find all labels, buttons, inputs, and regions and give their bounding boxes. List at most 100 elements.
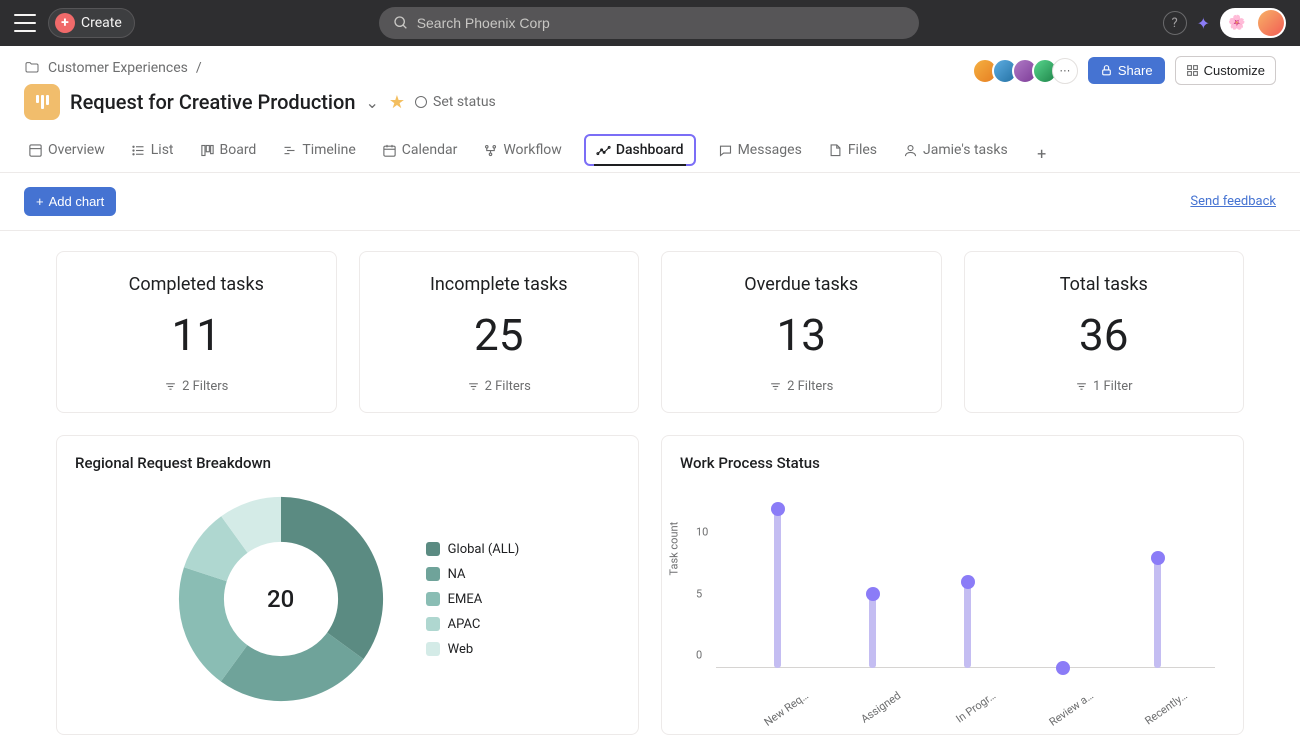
- filter-icon: [467, 380, 480, 393]
- y-tick: 10: [696, 525, 708, 538]
- legend-label: APAC: [448, 617, 481, 632]
- x-tick-label: Review a…: [1046, 689, 1095, 729]
- stat-filters[interactable]: 2 Filters: [73, 379, 320, 394]
- tab-label: Messages: [738, 142, 802, 158]
- legend-swatch: [426, 617, 440, 631]
- overview-icon: [28, 143, 43, 158]
- set-status-button[interactable]: Set status: [415, 94, 496, 110]
- tab-label: Dashboard: [616, 142, 684, 158]
- member-avatars[interactable]: ⋯: [972, 58, 1078, 84]
- breadcrumb-sep: /: [196, 60, 202, 76]
- folder-icon: [24, 60, 40, 76]
- filter-icon: [1075, 380, 1088, 393]
- x-tick-label: Assigned: [858, 689, 903, 726]
- send-feedback-link[interactable]: Send feedback: [1190, 194, 1276, 209]
- search-icon: [393, 15, 409, 31]
- customize-label: Customize: [1204, 63, 1265, 78]
- chart-work-process-status[interactable]: Work Process Status Task count 0510 New …: [661, 435, 1244, 735]
- y-tick: 0: [696, 649, 702, 662]
- tab-timeline[interactable]: Timeline: [278, 134, 359, 172]
- list-icon: [131, 143, 146, 158]
- add-chart-button[interactable]: + Add chart: [24, 187, 116, 216]
- donut-chart: 20: [176, 494, 386, 704]
- avatar-more[interactable]: ⋯: [1052, 58, 1078, 84]
- search-input-wrapper[interactable]: [379, 7, 919, 39]
- chart-regional-breakdown[interactable]: Regional Request Breakdown 20 Global (AL…: [56, 435, 639, 735]
- lock-icon: [1100, 64, 1113, 77]
- x-tick-label: Recently…: [1142, 689, 1189, 727]
- grid-icon: [1186, 64, 1199, 77]
- legend-item: EMEA: [426, 592, 520, 607]
- breadcrumb-parent[interactable]: Customer Experiences: [48, 60, 188, 76]
- lollipop-item: Recently…: [1152, 551, 1164, 668]
- tab-workflow[interactable]: Workflow: [479, 134, 566, 172]
- hamburger-icon[interactable]: [14, 14, 36, 32]
- status-circle-icon: [415, 96, 427, 108]
- dashboard-content: Completed tasks112 FiltersIncomplete tas…: [0, 231, 1300, 755]
- lollipop-stick: [1154, 558, 1161, 668]
- tab-list[interactable]: List: [127, 134, 178, 172]
- y-axis-label: Task count: [668, 522, 681, 576]
- lollipop-stick: [869, 594, 876, 668]
- help-icon[interactable]: ?: [1163, 11, 1187, 35]
- tab-label: List: [151, 142, 174, 158]
- stat-label: Total tasks: [981, 274, 1228, 295]
- tab-messages[interactable]: Messages: [714, 134, 806, 172]
- chevron-down-icon[interactable]: ⌄: [366, 93, 379, 112]
- stat-card[interactable]: Completed tasks112 Filters: [56, 251, 337, 413]
- stat-filters[interactable]: 2 Filters: [678, 379, 925, 394]
- lollipop-stick: [964, 582, 971, 668]
- add-tab-button[interactable]: +: [1030, 141, 1054, 165]
- tab-overview[interactable]: Overview: [24, 134, 109, 172]
- lollipop-item: Review a…: [1057, 661, 1069, 668]
- stat-card[interactable]: Overdue tasks132 Filters: [661, 251, 942, 413]
- tab-label: Jamie's tasks: [923, 142, 1008, 158]
- tab-calendar[interactable]: Calendar: [378, 134, 462, 172]
- stat-filters[interactable]: 1 Filter: [981, 379, 1228, 394]
- user-avatar[interactable]: 🌸: [1220, 8, 1286, 38]
- stat-value: 36: [981, 309, 1228, 361]
- legend-item: Global (ALL): [426, 542, 520, 557]
- legend-item: APAC: [426, 617, 520, 632]
- stat-value: 25: [376, 309, 623, 361]
- share-button[interactable]: Share: [1088, 57, 1165, 84]
- lollipop-dot: [1056, 661, 1070, 675]
- set-status-label: Set status: [433, 94, 496, 110]
- legend-label: Web: [448, 642, 474, 657]
- legend-swatch: [426, 642, 440, 656]
- share-label: Share: [1118, 63, 1153, 78]
- stat-label: Overdue tasks: [678, 274, 925, 295]
- chart-title: Regional Request Breakdown: [75, 454, 620, 472]
- tab-label: Workflow: [503, 142, 562, 158]
- person-icon: [903, 143, 918, 158]
- star-icon[interactable]: ★: [389, 92, 405, 113]
- dashboard-icon: [596, 143, 611, 158]
- tab-dashboard[interactable]: Dashboard: [584, 134, 696, 166]
- sparkle-icon[interactable]: ✦: [1197, 14, 1210, 33]
- calendar-icon: [382, 143, 397, 158]
- files-icon: [828, 143, 843, 158]
- stat-card[interactable]: Incomplete tasks252 Filters: [359, 251, 640, 413]
- lollipop-item: New Req…: [772, 502, 784, 668]
- y-tick: 5: [696, 588, 702, 601]
- x-tick-label: New Req…: [761, 689, 810, 729]
- tab-board[interactable]: Board: [196, 134, 261, 172]
- tab-files[interactable]: Files: [824, 134, 881, 172]
- x-tick-label: In Progr…: [953, 689, 998, 726]
- breadcrumb: Customer Experiences /: [24, 60, 972, 76]
- lollipop-item: Assigned: [867, 587, 879, 668]
- topbar: + Create ? ✦ 🌸: [0, 0, 1300, 46]
- project-icon[interactable]: [24, 84, 60, 120]
- lollipop-stick: [774, 509, 781, 668]
- search-input[interactable]: [417, 15, 905, 31]
- legend-label: EMEA: [448, 592, 483, 607]
- stat-value: 11: [73, 309, 320, 361]
- board-icon: [200, 143, 215, 158]
- create-button[interactable]: + Create: [48, 8, 135, 38]
- stat-filters[interactable]: 2 Filters: [376, 379, 623, 394]
- tab-label: Overview: [48, 142, 105, 158]
- tab-jamie-s-tasks[interactable]: Jamie's tasks: [899, 134, 1012, 172]
- stat-card[interactable]: Total tasks 36 1 Filter: [964, 251, 1245, 413]
- customize-button[interactable]: Customize: [1175, 56, 1276, 85]
- project-header: ⋯ Share Customize Customer Experiences /…: [0, 46, 1300, 173]
